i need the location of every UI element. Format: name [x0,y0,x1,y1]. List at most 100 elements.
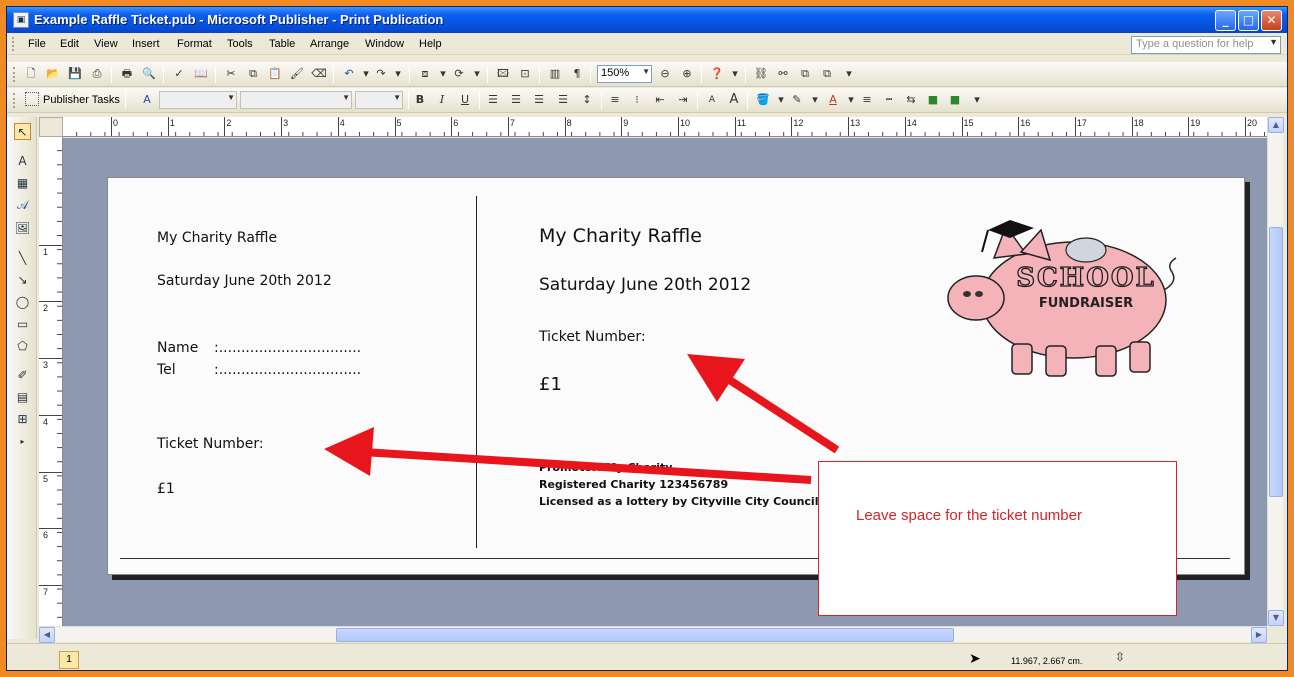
chevron-down-icon[interactable]: ▾ [469,66,485,82]
open-folder-icon[interactable]: 📂 [45,66,61,82]
align-center-icon[interactable]: ☰ [508,92,524,108]
decrease-font-icon[interactable]: A [704,92,720,108]
bring-forward-icon[interactable]: ⧈ [417,66,433,82]
horizontal-scrollbar[interactable]: ◀ ▶ [39,626,1267,643]
font-select[interactable]: ▼ [240,91,352,109]
line-color-icon[interactable]: ✎ [789,92,805,108]
chevron-down-icon[interactable]: ▾ [390,66,406,82]
bold-button[interactable]: B [412,92,428,108]
italic-button[interactable]: I [434,92,450,108]
format-painter-icon[interactable]: 🖌 [289,66,305,82]
vertical-scrollbar[interactable]: ▲ ▼ [1267,117,1284,626]
fill-color-icon[interactable]: 🪣 [755,92,771,108]
preview-icon[interactable]: ⊡ [517,66,533,82]
menu-insert[interactable]: Insert [132,38,160,50]
save-icon[interactable]: 💾 [67,66,83,82]
menu-file[interactable]: File [28,38,46,50]
chevron-down-icon[interactable]: ▾ [358,66,374,82]
font-size-select[interactable]: ▼ [355,91,403,109]
zoom-select[interactable]: 150% ▼ [597,65,652,83]
clear-icon[interactable]: ⌫ [311,66,327,82]
toolbar-grip[interactable] [13,67,16,82]
page-navigator-1[interactable]: 1 [59,651,79,669]
columns-icon[interactable]: ▥ [547,66,563,82]
toolbar-grip[interactable] [13,93,16,108]
print-icon[interactable]: 🖶 [119,66,135,82]
chevron-down-icon[interactable]: ▾ [435,66,451,82]
horizontal-scroll-thumb[interactable] [336,628,954,642]
design-gallery-icon[interactable]: ▤ [14,389,31,406]
maximize-button[interactable]: □ [1238,10,1259,31]
help-icon[interactable]: ❓ [709,66,725,82]
chevron-down-icon[interactable]: ▼ [1269,37,1278,47]
chevron-down-icon[interactable]: ▾ [843,92,859,108]
align-left-icon[interactable]: ☰ [485,92,501,108]
copy-icon[interactable]: ⧉ [245,66,261,82]
menu-format[interactable]: Format [177,38,212,50]
publisher-tasks-button[interactable]: Publisher Tasks [25,92,120,106]
hot-spot-icon[interactable]: ✐ [14,367,31,384]
scroll-down-icon[interactable]: ▼ [1268,610,1284,626]
previous-frame-icon[interactable]: ⧉ [797,66,813,82]
menu-arrange[interactable]: Arrange [310,38,349,50]
line-icon[interactable]: ╲ [14,250,31,267]
callout-box[interactable]: Leave space for the ticket number [818,461,1177,616]
paste-icon[interactable]: 📋 [267,66,283,82]
rectangle-icon[interactable]: ▭ [14,316,31,333]
scroll-right-icon[interactable]: ▶ [1251,627,1267,643]
minimize-button[interactable]: _ [1215,10,1236,31]
next-frame-icon[interactable]: ⧉ [819,66,835,82]
insert-picture-icon[interactable]: 🖾 [495,66,511,82]
3d-style-icon[interactable]: ■ [947,92,963,108]
numbering-icon[interactable]: ≡ [607,92,623,108]
redo-icon[interactable]: ↷ [373,66,389,82]
chevron-down-icon[interactable]: ▾ [773,92,789,108]
menu-edit[interactable]: Edit [60,38,79,50]
menu-table[interactable]: Table [269,38,295,50]
scroll-left-icon[interactable]: ◀ [39,627,55,643]
vertical-ruler[interactable]: 1 2 3 4 5 6 7 [39,137,63,626]
increase-indent-icon[interactable]: ⇥ [675,92,691,108]
picture-frame-icon[interactable]: 🖼 [14,220,31,237]
undo-icon[interactable]: ↶ [341,66,357,82]
oval-icon[interactable]: ◯ [14,294,31,311]
publication-workspace[interactable]: My Charity Raffle Saturday June 20th 201… [63,138,1267,626]
unlink-icon[interactable]: ⚯ [775,66,791,82]
decrease-indent-icon[interactable]: ⇤ [652,92,668,108]
horizontal-ruler[interactable]: 0 1 2 3 4 5 6 7 8 9 10 11 12 13 14 15 16 17 18 19 20 [63,117,1267,137]
print-preview-icon[interactable]: 🔍 [141,66,157,82]
arrow-style-icon[interactable]: ⇆ [903,92,919,108]
increase-font-icon[interactable]: A [726,92,742,108]
menu-view[interactable]: View [94,38,118,50]
wordart-icon[interactable]: 𝒜 [14,197,31,214]
align-right-icon[interactable]: ☰ [531,92,547,108]
insert-table-icon[interactable]: ▦ [14,175,31,192]
styles-icon[interactable]: A [139,92,155,108]
toolbar-options-icon[interactable]: ▾ [727,66,743,82]
new-document-icon[interactable]: 🗋 [23,66,39,82]
research-icon[interactable]: 📖 [193,66,209,82]
chevron-down-icon[interactable]: ▾ [807,92,823,108]
toolbar-options-icon[interactable]: ▾ [969,92,985,108]
shadow-style-icon[interactable]: ■ [925,92,941,108]
font-color-icon[interactable]: A [825,92,841,108]
select-objects-icon[interactable]: ↖ [14,123,31,140]
toolbar-options-icon[interactable]: ▾ [841,66,857,82]
rotate-icon[interactable]: ⟳ [451,66,467,82]
bullets-icon[interactable]: ⁝ [629,92,645,108]
ruler-corner[interactable] [39,117,63,137]
menu-grip[interactable] [12,37,15,51]
menu-window[interactable]: Window [365,38,404,50]
style-select[interactable]: ▼ [159,91,237,109]
zoom-out-icon[interactable]: ⊖ [657,66,673,82]
line-style-icon[interactable]: ≡ [859,92,875,108]
publisher-app-icon[interactable]: ▣ [13,12,29,28]
text-box-icon[interactable]: A [14,153,31,170]
scroll-up-icon[interactable]: ▲ [1268,117,1284,133]
spelling-icon[interactable]: ✓ [171,66,187,82]
autoshapes-icon[interactable]: ⬠ [14,338,31,355]
content-library-icon[interactable]: ⊞ [14,411,31,428]
vertical-scroll-thumb[interactable] [1269,227,1283,497]
zoom-in-icon[interactable]: ⊕ [679,66,695,82]
search-files-icon[interactable]: ⎙ [89,66,105,82]
